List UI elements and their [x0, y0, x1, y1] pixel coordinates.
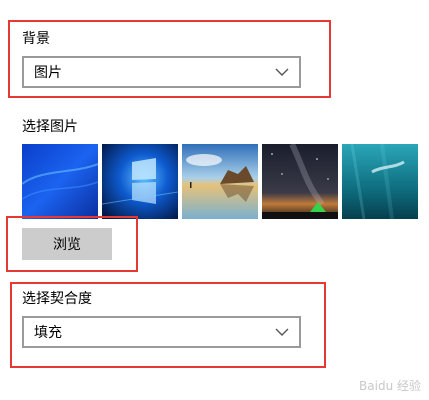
thumbnail-underwater[interactable] [342, 144, 418, 219]
thumbnail-windows-blue[interactable] [22, 144, 98, 219]
thumbnail-windows-logo[interactable] [102, 144, 178, 219]
fit-dropdown-value: 填充 [34, 325, 62, 341]
fit-dropdown[interactable]: 填充 [22, 316, 301, 348]
background-dropdown[interactable]: 图片 [22, 56, 301, 88]
watermark: Baidu 经验 [359, 379, 421, 393]
choose-picture-label: 选择图片 [22, 119, 78, 135]
thumbnail-beach-rocks[interactable] [182, 144, 258, 219]
chevron-down-icon [275, 68, 289, 76]
thumbnail-starry-night[interactable] [262, 144, 338, 219]
choose-fit-label: 选择契合度 [22, 291, 92, 307]
browse-button[interactable]: 浏览 [22, 228, 112, 260]
background-dropdown-value: 图片 [34, 65, 62, 81]
chevron-down-icon [275, 328, 289, 336]
background-label: 背景 [22, 31, 50, 47]
